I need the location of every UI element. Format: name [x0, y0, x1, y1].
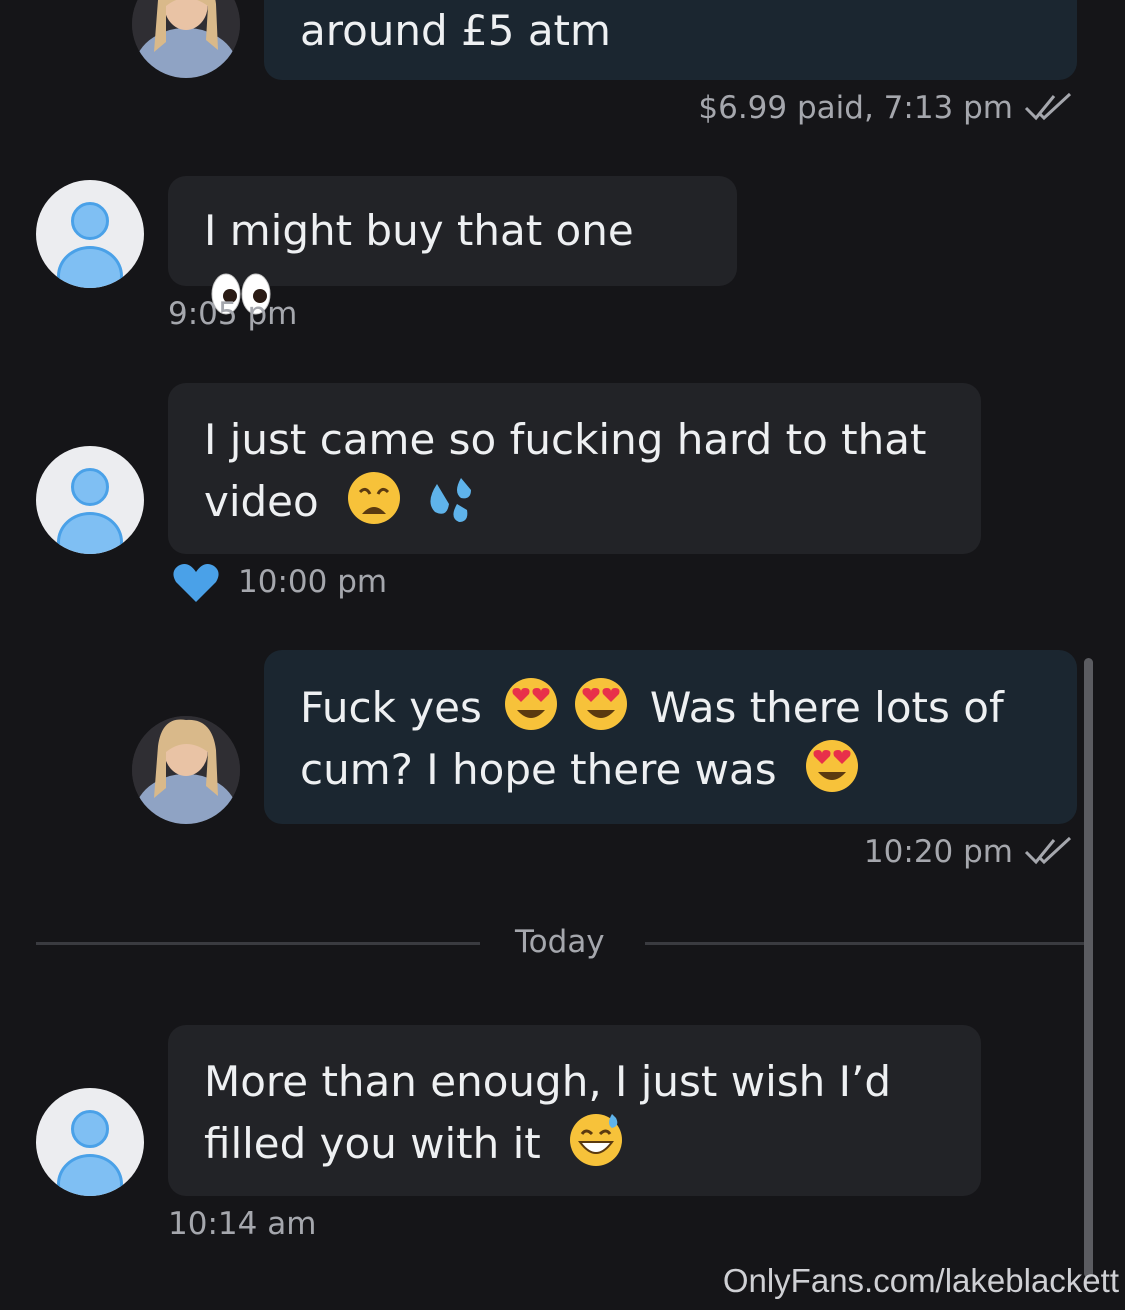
message-timestamp: 10:00 pm [238, 564, 388, 600]
message-timestamp: 10:14 am [168, 1206, 317, 1242]
message-text-line: More than enough, I just wish I’d [204, 1057, 892, 1106]
message-text-line: filled you with it [204, 1112, 945, 1174]
message-timestamp: $6.99 paid, 7:13 pm [698, 90, 1013, 126]
message-timestamp: 9:05 pm [168, 296, 298, 332]
message-bubble-outgoing[interactable]: Fuck yes Was there lots of cum? I hope t… [264, 650, 1077, 824]
message-text: I might buy that one [204, 206, 634, 255]
double-check-icon [1024, 836, 1072, 865]
heart-eyes-emoji [574, 678, 627, 730]
watermark: OnlyFans.com/lakeblackett [722, 1262, 1119, 1299]
weary-face-emoji [348, 472, 401, 524]
double-check-icon [1024, 92, 1072, 121]
heart-eyes-emoji [505, 678, 558, 730]
scrollbar[interactable] [1084, 658, 1093, 1278]
message-text-line: cum? I hope there was [300, 738, 1041, 800]
sweat-droplets-emoji [430, 478, 472, 522]
message-bubble-outgoing[interactable]: around £5 atm [264, 0, 1077, 80]
message-bubble-incoming[interactable]: I just came so fucking hard to that vide… [168, 383, 981, 554]
user-avatar[interactable] [36, 446, 144, 554]
message-text-line: I just came so fucking hard to that [204, 415, 927, 464]
grinning-sweat-emoji [570, 1114, 623, 1166]
message-text: Was there lots of [649, 683, 1004, 732]
divider-line [645, 942, 1085, 945]
message-text: cum? I hope there was [300, 745, 777, 794]
date-divider-label: Today [515, 924, 605, 960]
message-text: around £5 atm [300, 6, 611, 55]
message-text: Fuck yes [300, 683, 482, 732]
sender-avatar[interactable] [132, 716, 240, 824]
message-text-line: Fuck yes Was there lots of [300, 676, 1041, 738]
message-meta: $6.99 paid, 7:13 pm [698, 88, 1013, 128]
message-bubble-incoming[interactable]: More than enough, I just wish I’d filled… [168, 1025, 981, 1196]
heart-eyes-emoji [805, 740, 858, 792]
sender-avatar[interactable] [132, 0, 240, 78]
user-avatar[interactable] [36, 180, 144, 288]
divider-line [36, 942, 480, 945]
message-text-line: video [204, 470, 945, 532]
message-timestamp: 10:20 pm [863, 834, 1013, 870]
message-text: filled you with it [204, 1119, 541, 1168]
message-text: video [204, 477, 319, 526]
user-avatar[interactable] [36, 1088, 144, 1196]
heart-icon[interactable] [172, 562, 220, 604]
message-bubble-incoming[interactable]: I might buy that one [168, 176, 737, 315]
